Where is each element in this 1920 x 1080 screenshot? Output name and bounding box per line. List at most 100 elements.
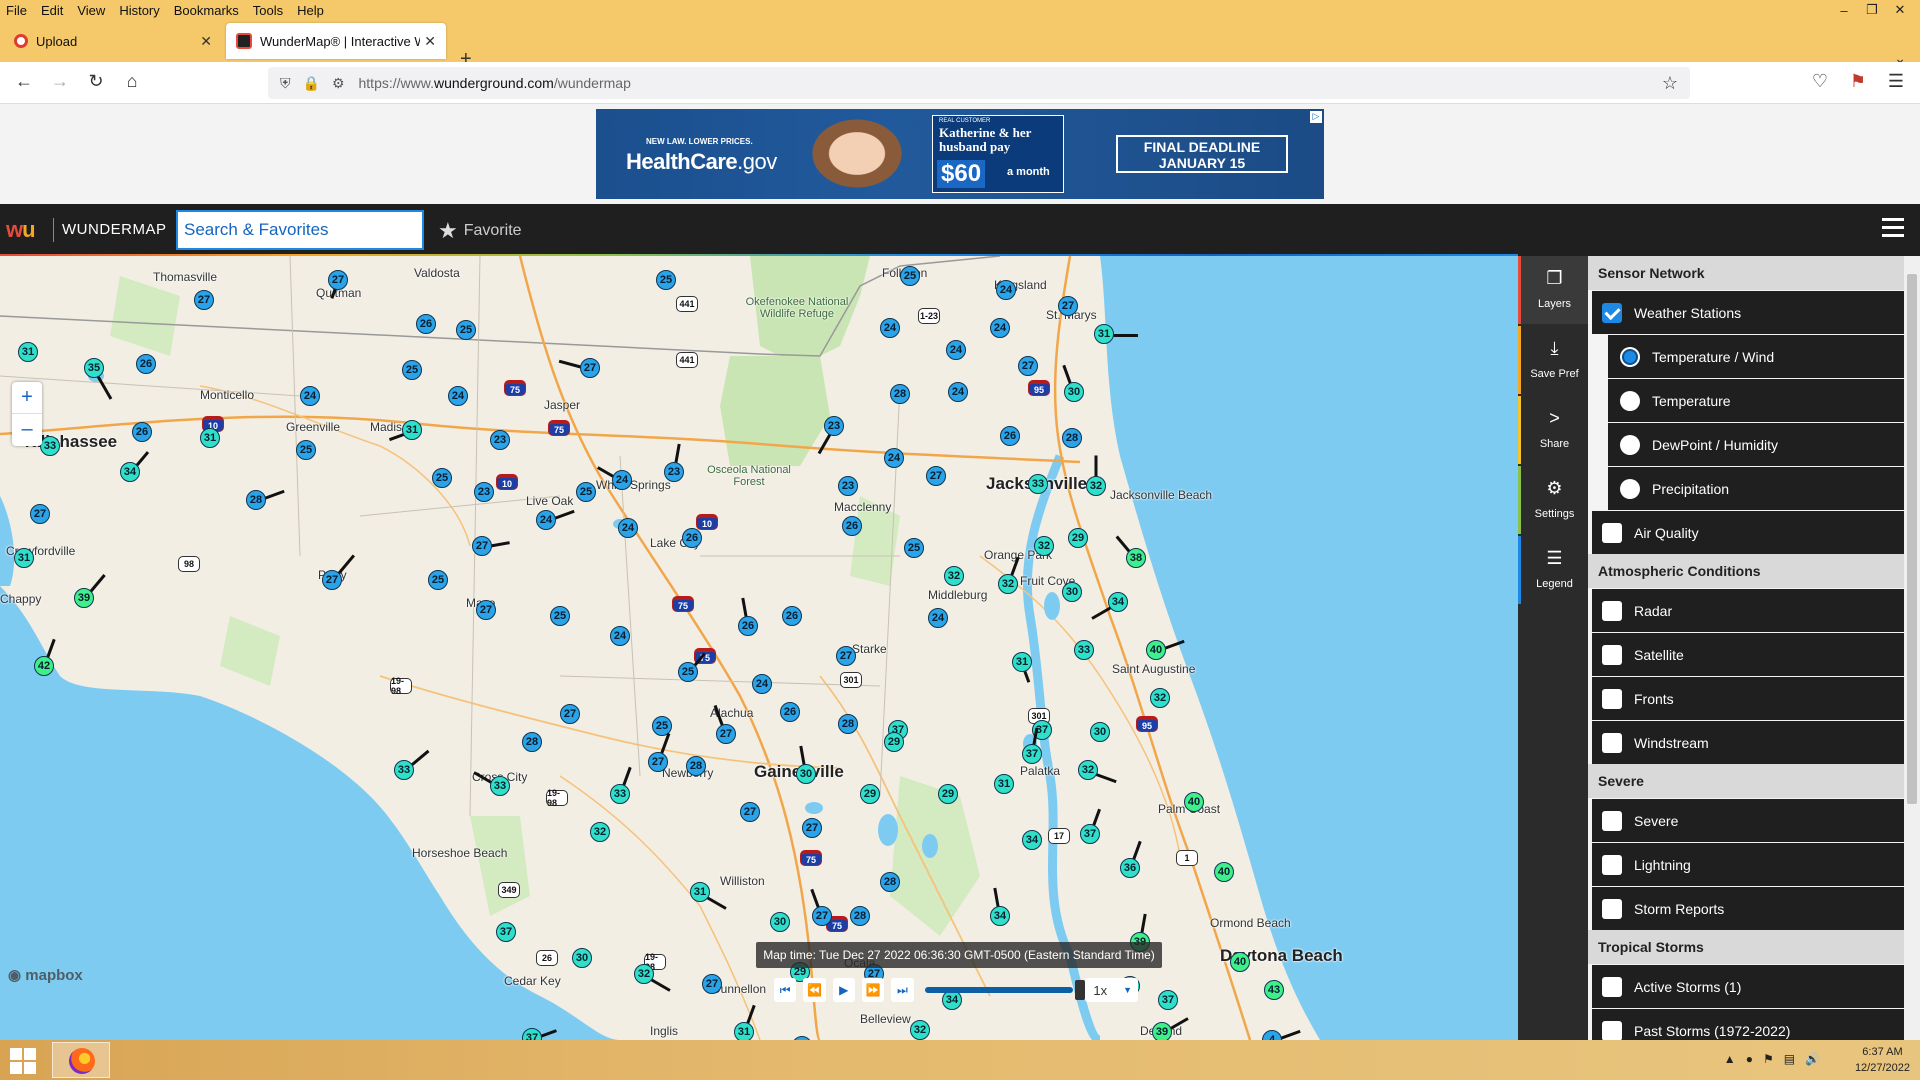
weather-station[interactable]: 30 [1090,722,1110,742]
weather-station[interactable]: 23 [474,482,494,502]
weather-station[interactable]: 37 [1022,744,1042,764]
weather-station[interactable]: 30 [1062,582,1082,602]
weather-station[interactable]: 27 [472,536,492,556]
weather-station[interactable]: 33 [1074,640,1094,660]
weather-station[interactable]: 27 [1018,356,1038,376]
favorite-button[interactable]: ★ Favorite [438,218,522,244]
weather-station[interactable]: 40 [1230,952,1250,972]
checkbox[interactable] [1602,644,1622,665]
permissions-icon[interactable]: ⚙ [332,75,345,92]
weather-station[interactable]: 28 [890,384,910,404]
weather-station[interactable]: 37 [1158,990,1178,1010]
weather-station[interactable]: 31 [18,342,38,362]
weather-station[interactable]: 28 [850,906,870,926]
weather-station[interactable]: 23 [824,416,844,436]
weather-station[interactable]: 23 [490,430,510,450]
forward-icon[interactable]: → [48,71,72,92]
radio-button[interactable] [1620,346,1640,367]
weather-station[interactable]: 31 [200,428,220,448]
weather-station[interactable]: 42 [34,656,54,676]
weather-station[interactable]: 33 [610,784,630,804]
reload-icon[interactable]: ↻ [84,71,108,92]
checkbox[interactable] [1602,854,1622,875]
layer-option-past-storms-1972-2022[interactable]: Past Storms (1972-2022) [1592,1008,1904,1040]
weather-station[interactable]: 43 [1264,980,1284,1000]
layer-option-radar[interactable]: Radar [1592,588,1904,632]
play-icon[interactable]: ▶ [832,978,855,1002]
tab-wundermap[interactable]: WunderMap® | Interactive Wea ✕ [226,23,446,59]
weather-station[interactable]: 25 [296,440,316,460]
toolbar-settings[interactable]: ⚙ Settings [1518,466,1588,534]
toolbar-legend[interactable]: ☰ Legend [1518,536,1588,604]
weather-station[interactable]: 27 [836,646,856,666]
layer-option-weather-stations[interactable]: Weather Stations [1592,290,1904,334]
weather-station[interactable]: 27 [802,818,822,838]
weather-station[interactable]: 32 [998,574,1018,594]
layer-option-air-quality[interactable]: Air Quality [1592,510,1904,554]
menu-file[interactable]: File [0,3,34,18]
weather-station[interactable]: 28 [686,756,706,776]
weather-station[interactable]: 24 [996,280,1016,300]
checkbox[interactable] [1602,810,1622,831]
weather-station[interactable]: 24 [884,448,904,468]
speed-select[interactable]: 1x ▼ [1085,978,1138,1002]
weather-station[interactable]: 26 [416,314,436,334]
checkbox[interactable] [1602,302,1622,323]
weather-station[interactable]: 38 [1126,548,1146,568]
weather-station[interactable]: 24 [612,470,632,490]
menu-edit[interactable]: Edit [34,3,70,18]
layer-option-fronts[interactable]: Fronts [1592,676,1904,720]
weather-station[interactable]: 26 [842,516,862,536]
weather-station[interactable]: 30 [770,912,790,932]
weather-station[interactable]: 32 [590,822,610,842]
weather-station[interactable]: 24 [610,626,630,646]
weather-station[interactable]: 30 [796,764,816,784]
weather-station[interactable]: 24 [536,510,556,530]
weather-station[interactable]: 34 [120,462,140,482]
menu-bookmarks[interactable]: Bookmarks [167,3,246,18]
weather-station[interactable]: 26 [782,606,802,626]
weather-station[interactable]: 40 [1214,862,1234,882]
weather-station[interactable]: 25 [428,570,448,590]
radio-button[interactable] [1620,434,1640,455]
weather-station[interactable]: 26 [132,422,152,442]
weather-station[interactable]: 27 [580,358,600,378]
weather-station[interactable]: 32 [1150,688,1170,708]
weather-station[interactable]: 33 [40,436,60,456]
weather-station[interactable]: 25 [456,320,476,340]
weather-station[interactable]: 29 [860,784,880,804]
weather-station[interactable]: 32 [1034,536,1054,556]
network-icon[interactable]: ● [1746,1052,1753,1066]
weather-station[interactable]: 31 [734,1022,754,1040]
checkbox[interactable] [1602,898,1622,919]
url-text[interactable]: https://www.wunderground.com/wundermap [359,75,631,91]
weather-station[interactable]: 26 [1000,426,1020,446]
windows-start-icon[interactable] [10,1048,36,1074]
wu-logo[interactable]: wu [6,217,36,243]
weather-station[interactable]: 33 [490,776,510,796]
checkbox[interactable] [1602,688,1622,709]
weather-station[interactable]: 29 [1068,528,1088,548]
playback-slider[interactable] [924,980,1085,1000]
radio-button[interactable] [1620,390,1640,411]
restore-icon[interactable]: ❐ [1858,2,1886,18]
minimize-icon[interactable]: – [1830,3,1858,18]
weather-station[interactable]: 29 [938,784,958,804]
weather-station[interactable]: 25 [402,360,422,380]
weather-station[interactable]: 31 [1012,652,1032,672]
weather-station[interactable]: 26 [738,616,758,636]
weather-station[interactable]: 27 [322,570,342,590]
layer-option-windstream[interactable]: Windstream [1592,720,1904,764]
weather-station[interactable]: 28 [246,490,266,510]
menu-tools[interactable]: Tools [246,3,290,18]
weather-station[interactable]: 27 [716,724,736,744]
weather-station[interactable]: 25 [432,468,452,488]
lock-icon[interactable]: 🔒 [303,75,320,92]
menu-history[interactable]: History [112,3,166,18]
weather-station[interactable]: 28 [1062,428,1082,448]
weather-station[interactable]: 24 [300,386,320,406]
weather-station[interactable]: 29 [884,732,904,752]
extension-icon[interactable]: ⚑ [1846,71,1870,92]
checkbox[interactable] [1602,522,1622,543]
weather-station[interactable]: 30 [1064,382,1084,402]
